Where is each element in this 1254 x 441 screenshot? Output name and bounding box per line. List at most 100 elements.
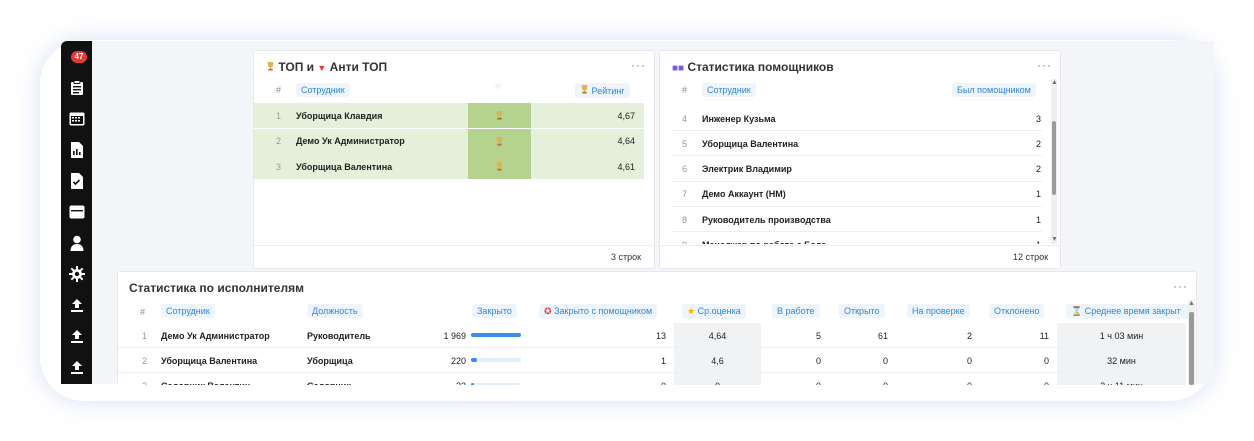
clipboard-icon[interactable] xyxy=(67,78,86,97)
report-icon[interactable] xyxy=(67,140,86,159)
executors-panel-menu[interactable]: ··· xyxy=(1173,279,1188,293)
upload-icon[interactable] xyxy=(67,357,86,376)
helpers-panel-footer: 12 строк xyxy=(1013,252,1049,262)
col-employee[interactable]: Сотрудник xyxy=(296,83,350,97)
calendar-icon[interactable] xyxy=(67,109,86,128)
user-icon[interactable] xyxy=(67,233,86,252)
review-value: 0 xyxy=(966,355,972,366)
row-number: 8 xyxy=(682,214,688,225)
people-icon: ■■ xyxy=(672,63,685,74)
trophy-icon xyxy=(496,111,503,120)
employee-name: Руководитель производства xyxy=(702,214,831,225)
opened-value: 0 xyxy=(833,373,888,386)
table-row[interactable]: 7 Демо Аккаунт (НМ) 1 xyxy=(660,182,1048,207)
employee-name: Демо Аккаунт (НМ) xyxy=(702,189,786,200)
col-in-work[interactable]: В работе xyxy=(772,304,820,318)
helper-icon: ✪ xyxy=(544,306,552,316)
col-employee[interactable]: Сотрудник xyxy=(161,304,215,318)
col-review[interactable]: На проверке xyxy=(907,304,970,318)
table-row[interactable]: 4 Инженер Кузьма 3 xyxy=(660,106,1048,131)
table-row[interactable]: 8 Руководитель производства 1 xyxy=(660,207,1048,233)
closed-bar-fill xyxy=(471,333,521,337)
col-avg-score[interactable]: ★ Ср.оценка xyxy=(682,304,746,319)
table-row[interactable]: 1 Демо Ук Администратор Руководитель 1 969 1… xyxy=(118,323,1186,348)
closed-helper-value: 0 xyxy=(598,373,666,386)
scroll-down-icon[interactable]: ▼ xyxy=(1051,236,1058,243)
closed-value: 33 xyxy=(418,373,466,386)
gear-icon[interactable] xyxy=(67,264,86,283)
checklist-icon[interactable] xyxy=(67,171,86,190)
employee-name: Инженер Кузьма xyxy=(702,113,776,124)
employee-name: Уборщица Валентина xyxy=(161,355,258,366)
in-work-value: 0 xyxy=(768,373,821,386)
helper-count: 3 xyxy=(1035,113,1041,124)
star-icon: ★ xyxy=(687,306,696,316)
helpers-panel-menu[interactable]: ··· xyxy=(1037,58,1052,72)
table-row[interactable]: 5 Уборщица Валентина 2 xyxy=(660,131,1048,157)
col-closed[interactable]: Закрыто xyxy=(472,304,517,318)
top-panel: ТОП и ▼ Анти ТОП ··· # Сотрудник Рейтинг… xyxy=(253,50,655,269)
closed-value: 1 969 xyxy=(443,330,466,341)
table-row[interactable]: 6 Электрик Владимир 2 xyxy=(660,157,1048,182)
closed-value: 220 xyxy=(450,355,466,366)
hourglass-icon: ⌛ xyxy=(1071,306,1083,316)
table-row[interactable]: 2 Демо Ук Администратор 4,64 xyxy=(254,128,644,154)
table-row[interactable]: 1 Уборщица Клавдия 4,67 xyxy=(254,103,644,128)
notification-badge[interactable]: 47 xyxy=(71,51,87,63)
rating-value: 4,64 xyxy=(617,136,635,146)
col-closed-helper[interactable]: ✪ Закрыто с помощником xyxy=(539,304,658,319)
opened-value: 61 xyxy=(877,330,888,341)
row-number: 4 xyxy=(682,113,688,124)
table-row[interactable]: 3Садовник ВалентинСадовник330000002 ч 11… xyxy=(118,373,1186,385)
avg-time-value: 1 ч 03 мин xyxy=(1099,330,1144,341)
row-number: 3 xyxy=(142,373,147,386)
table-row[interactable]: 2 Уборщица Валентина Уборщица 220 1 4,6 0 0 0 0 32… xyxy=(118,348,1186,373)
top-panel-menu[interactable]: ··· xyxy=(631,58,646,72)
upload-icon[interactable] xyxy=(67,326,86,345)
table-row[interactable]: 9 Менеджер по работе с Бала 1 xyxy=(660,233,1048,244)
col-employee[interactable]: Сотрудник xyxy=(702,83,756,97)
col-avg-time[interactable]: ⌛ Среднее время закрыт xyxy=(1066,304,1194,319)
trophy-icon xyxy=(496,162,503,171)
trophy-icon xyxy=(267,62,274,71)
employee-name: Уборщица Валентина xyxy=(702,138,799,149)
closed-bar-track xyxy=(471,383,521,385)
divider xyxy=(660,245,1060,246)
position: Садовник xyxy=(307,373,351,386)
trophy-cell xyxy=(468,154,531,179)
col-position[interactable]: Должность xyxy=(307,304,363,318)
position: Уборщица xyxy=(307,355,353,366)
row-number: 1 xyxy=(276,110,282,121)
col-hash: # xyxy=(682,85,688,95)
scroll-up-icon[interactable]: ▲ xyxy=(1188,300,1195,307)
top-panel-footer: 3 строк xyxy=(611,252,642,262)
row-number: 5 xyxy=(682,138,688,149)
employee-name: Садовник Валентин xyxy=(161,373,250,386)
helper-count: 1 xyxy=(1035,189,1041,200)
avg-score-value: 4,64 xyxy=(708,330,727,341)
executors-panel: Статистика по исполнителям ··· # Сотрудн… xyxy=(117,271,1197,385)
scroll-up-icon[interactable]: ▲ xyxy=(1051,79,1058,86)
rejected-value: 11 xyxy=(1039,330,1049,341)
scroll-thumb[interactable] xyxy=(1189,312,1194,385)
helpers-list[interactable]: 4 Инженер Кузьма 3 5 Уборщица Валентина 2 6 Эле… xyxy=(660,106,1048,244)
col-opened[interactable]: Открыто xyxy=(839,304,885,318)
archive-icon[interactable] xyxy=(67,202,86,221)
trophy-icon xyxy=(496,136,503,146)
col-rating[interactable]: Рейтинг xyxy=(575,83,630,98)
helpers-panel: ■■ Статистика помощников ··· # Сотрудник… xyxy=(659,50,1061,269)
upload-icon[interactable] xyxy=(67,295,86,314)
row-number: 7 xyxy=(682,189,688,200)
scroll-thumb[interactable] xyxy=(1052,121,1056,195)
avg-score-value: 4,6 xyxy=(711,355,724,366)
executors-list[interactable]: 1 Демо Ук Администратор Руководитель 1 969 1… xyxy=(118,323,1186,385)
employee-name: Демо Ук Администратор xyxy=(296,136,405,146)
table-row[interactable]: 3 Уборщица Валентина 4,61 xyxy=(254,154,644,179)
col-icon[interactable] xyxy=(495,83,501,89)
col-rejected[interactable]: Отклонено xyxy=(989,304,1045,318)
employee-name: Демо Ук Администратор xyxy=(161,330,270,341)
col-was-helper[interactable]: Был помощником xyxy=(952,83,1036,97)
sidebar: 47 xyxy=(61,41,92,384)
row-number: 9 xyxy=(682,233,687,244)
helper-count: 2 xyxy=(1035,138,1041,149)
